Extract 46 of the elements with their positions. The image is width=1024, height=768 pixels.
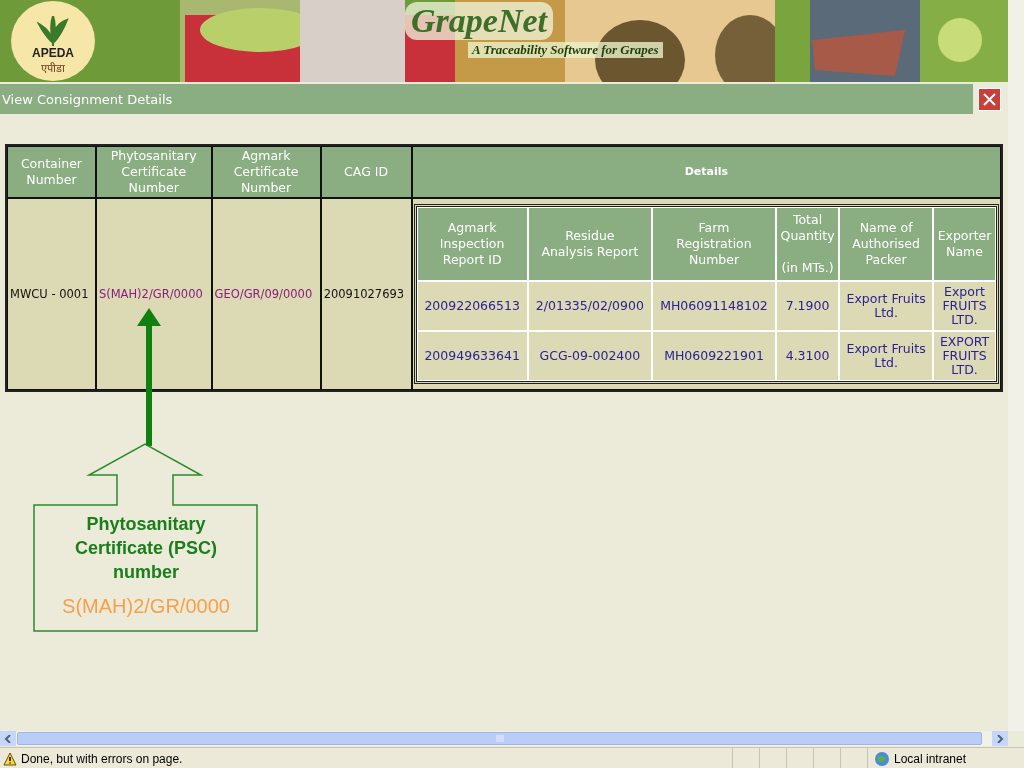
vertical-scrollbar[interactable] bbox=[1008, 0, 1024, 731]
app-subtitle: A Traceability Software for Grapes bbox=[468, 42, 663, 58]
table-cell: GEO/GR/09/0000 bbox=[211, 198, 321, 390]
table-cell: 2/01335/02/0900 bbox=[527, 281, 653, 331]
callout-heading: Phytosanitary Certificate (PSC) number bbox=[74, 513, 218, 584]
column-header: Agmark Certificate Number bbox=[211, 146, 321, 198]
table-cell: MH06091148102 bbox=[652, 281, 776, 331]
column-header: Name of Authorised Packer bbox=[839, 207, 934, 281]
column-header: Exporter Name bbox=[933, 207, 996, 281]
table-cell: 200922066513 bbox=[416, 281, 528, 331]
callout-value: S(MAH)2/GR/0000 bbox=[61, 595, 231, 618]
close-icon bbox=[982, 91, 997, 107]
security-zone: Local intranet bbox=[894, 751, 967, 766]
table-cell: S(MAH)2/GR/0000 bbox=[95, 198, 212, 390]
globe-icon bbox=[874, 750, 890, 767]
table-cell: MWCU - 0001 bbox=[7, 198, 96, 390]
column-header: Container Number bbox=[7, 146, 96, 198]
column-header: Phytosanitary Certificate Number bbox=[95, 146, 212, 198]
table-cell: 7.1900 bbox=[775, 281, 840, 331]
warning-icon bbox=[3, 751, 17, 766]
table-cell: GCG-09-002400 bbox=[527, 331, 653, 381]
column-header: Residue Analysis Report bbox=[527, 207, 653, 281]
table-cell: 20091027693 bbox=[320, 198, 412, 390]
table-cell: Export Fruits Ltd. bbox=[839, 331, 934, 381]
status-message: Done, but with errors on page. bbox=[21, 751, 183, 766]
table-cell: Export FRUITS LTD. bbox=[933, 281, 996, 331]
leaf-icon bbox=[36, 16, 70, 46]
table-cell: 200949633641 bbox=[416, 331, 528, 381]
column-header: Farm Registration Number bbox=[652, 207, 776, 281]
grip-icon bbox=[495, 735, 504, 742]
column-header: CAG ID bbox=[320, 146, 412, 198]
scroll-right-icon[interactable] bbox=[996, 734, 1004, 743]
horizontal-scrollbar[interactable] bbox=[0, 731, 1008, 746]
table-cell: EXPORT FRUITS LTD. bbox=[933, 331, 996, 381]
app-title: GrapeNet bbox=[405, 2, 553, 40]
close-button[interactable] bbox=[978, 87, 1001, 111]
page-title: View Consignment Details bbox=[0, 84, 973, 114]
logo-text: APEDA bbox=[32, 46, 74, 60]
table-cell: 4.3100 bbox=[775, 331, 840, 381]
table-cell: MH0609221901 bbox=[652, 331, 776, 381]
logo-script-text: एपीडा bbox=[41, 61, 65, 75]
column-header: Total Quantity (in MTs.) bbox=[775, 207, 840, 281]
scroll-left-icon[interactable] bbox=[4, 734, 12, 743]
column-header: Details bbox=[411, 146, 1001, 198]
table-cell: Export Fruits Ltd. bbox=[839, 281, 934, 331]
column-header: Agmark Inspection Report ID bbox=[416, 207, 528, 281]
